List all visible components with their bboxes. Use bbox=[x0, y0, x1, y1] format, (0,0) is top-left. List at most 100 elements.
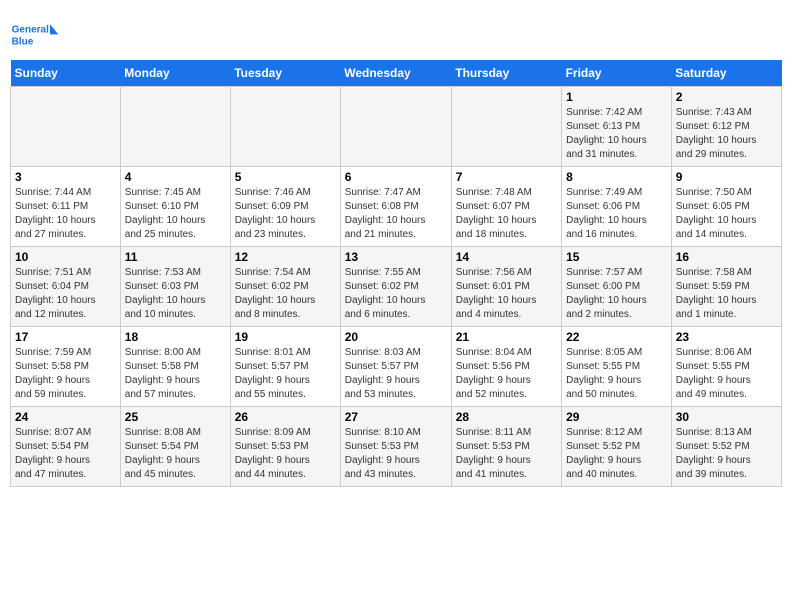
day-number: 26 bbox=[235, 410, 336, 424]
day-detail: Sunrise: 8:05 AMSunset: 5:55 PMDaylight:… bbox=[566, 346, 667, 402]
calendar-cell: 2 Sunrise: 7:43 AMSunset: 6:12 PMDaylight… bbox=[671, 87, 781, 167]
calendar-cell: 4 Sunrise: 7:45 AMSunset: 6:10 PMDaylight… bbox=[120, 167, 230, 247]
calendar-cell: 17Sunrise: 7:59 AMSunset: 5:58 PMDayligh… bbox=[11, 327, 121, 407]
calendar-week-row: 24 Sunrise: 8:07 AMSunset: 5:54 PMDayligh… bbox=[11, 407, 782, 487]
day-detail: Sunrise: 7:42 AMSunset: 6:13 PMDaylight:… bbox=[566, 106, 667, 162]
calendar-cell: 3 Sunrise: 7:44 AMSunset: 6:11 PMDaylight… bbox=[11, 167, 121, 247]
day-detail: Sunrise: 8:03 AMSunset: 5:57 PMDaylight:… bbox=[345, 346, 447, 402]
calendar-cell: 5 Sunrise: 7:46 AMSunset: 6:09 PMDaylight… bbox=[230, 167, 340, 247]
day-number: 11 bbox=[125, 250, 226, 264]
day-detail: Sunrise: 8:00 AMSunset: 5:58 PMDaylight:… bbox=[125, 346, 226, 402]
calendar-cell: 18 Sunrise: 8:00 AMSunset: 5:58 PMDayligh… bbox=[120, 327, 230, 407]
day-detail: Sunrise: 7:45 AMSunset: 6:10 PMDaylight:… bbox=[125, 186, 226, 242]
calendar-cell bbox=[340, 87, 451, 167]
day-number: 4 bbox=[125, 170, 226, 184]
calendar-cell: 10 Sunrise: 7:51 AMSunset: 6:04 PMDayligh… bbox=[11, 247, 121, 327]
calendar-week-row: 17Sunrise: 7:59 AMSunset: 5:58 PMDayligh… bbox=[11, 327, 782, 407]
calendar-cell: 23Sunrise: 8:06 AMSunset: 5:55 PMDayligh… bbox=[671, 327, 781, 407]
day-number: 18 bbox=[125, 330, 226, 344]
day-detail: Sunrise: 8:07 AMSunset: 5:54 PMDaylight:… bbox=[15, 426, 116, 482]
day-number: 29 bbox=[566, 410, 667, 424]
day-number: 27 bbox=[345, 410, 447, 424]
weekday-header-friday: Friday bbox=[562, 60, 672, 87]
day-number: 13 bbox=[345, 250, 447, 264]
svg-text:General: General bbox=[12, 25, 49, 36]
calendar-cell: 9Sunrise: 7:50 AMSunset: 6:05 PMDaylight… bbox=[671, 167, 781, 247]
svg-text:Blue: Blue bbox=[12, 36, 34, 47]
calendar-cell: 8 Sunrise: 7:49 AMSunset: 6:06 PMDaylight… bbox=[562, 167, 672, 247]
calendar-cell: 25 Sunrise: 8:08 AMSunset: 5:54 PMDayligh… bbox=[120, 407, 230, 487]
day-number: 25 bbox=[125, 410, 226, 424]
day-detail: Sunrise: 8:11 AMSunset: 5:53 PMDaylight:… bbox=[456, 426, 557, 482]
weekday-header-thursday: Thursday bbox=[451, 60, 561, 87]
calendar-cell: 6 Sunrise: 7:47 AMSunset: 6:08 PMDaylight… bbox=[340, 167, 451, 247]
day-detail: Sunrise: 7:53 AMSunset: 6:03 PMDaylight:… bbox=[125, 266, 226, 322]
day-number: 3 bbox=[15, 170, 116, 184]
day-number: 8 bbox=[566, 170, 667, 184]
day-number: 10 bbox=[15, 250, 116, 264]
calendar-cell: 28 Sunrise: 8:11 AMSunset: 5:53 PMDayligh… bbox=[451, 407, 561, 487]
day-number: 24 bbox=[15, 410, 116, 424]
calendar-cell: 29 Sunrise: 8:12 AMSunset: 5:52 PMDayligh… bbox=[562, 407, 672, 487]
calendar-cell bbox=[11, 87, 121, 167]
calendar-table: SundayMondayTuesdayWednesdayThursdayFrid… bbox=[10, 60, 782, 487]
day-detail: Sunrise: 8:06 AMSunset: 5:55 PMDaylight:… bbox=[676, 346, 777, 402]
day-detail: Sunrise: 7:49 AMSunset: 6:06 PMDaylight:… bbox=[566, 186, 667, 242]
day-detail: Sunrise: 8:09 AMSunset: 5:53 PMDaylight:… bbox=[235, 426, 336, 482]
calendar-cell: 20 Sunrise: 8:03 AMSunset: 5:57 PMDayligh… bbox=[340, 327, 451, 407]
weekday-header-wednesday: Wednesday bbox=[340, 60, 451, 87]
day-detail: Sunrise: 8:04 AMSunset: 5:56 PMDaylight:… bbox=[456, 346, 557, 402]
calendar-cell: 21 Sunrise: 8:04 AMSunset: 5:56 PMDayligh… bbox=[451, 327, 561, 407]
day-detail: Sunrise: 7:54 AMSunset: 6:02 PMDaylight:… bbox=[235, 266, 336, 322]
day-detail: Sunrise: 8:01 AMSunset: 5:57 PMDaylight:… bbox=[235, 346, 336, 402]
day-detail: Sunrise: 8:12 AMSunset: 5:52 PMDaylight:… bbox=[566, 426, 667, 482]
day-number: 21 bbox=[456, 330, 557, 344]
day-detail: Sunrise: 8:10 AMSunset: 5:53 PMDaylight:… bbox=[345, 426, 447, 482]
day-detail: Sunrise: 8:13 AMSunset: 5:52 PMDaylight:… bbox=[676, 426, 777, 482]
day-number: 28 bbox=[456, 410, 557, 424]
calendar-cell: 30 Sunrise: 8:13 AMSunset: 5:52 PMDayligh… bbox=[671, 407, 781, 487]
header: General Blue bbox=[10, 10, 782, 56]
day-detail: Sunrise: 7:43 AMSunset: 6:12 PMDaylight:… bbox=[676, 106, 777, 162]
weekday-header-sunday: Sunday bbox=[11, 60, 121, 87]
day-detail: Sunrise: 7:57 AMSunset: 6:00 PMDaylight:… bbox=[566, 266, 667, 322]
day-number: 14 bbox=[456, 250, 557, 264]
day-number: 7 bbox=[456, 170, 557, 184]
weekday-header-tuesday: Tuesday bbox=[230, 60, 340, 87]
day-number: 1 bbox=[566, 90, 667, 104]
day-number: 5 bbox=[235, 170, 336, 184]
calendar-cell: 19 Sunrise: 8:01 AMSunset: 5:57 PMDayligh… bbox=[230, 327, 340, 407]
calendar-cell: 14 Sunrise: 7:56 AMSunset: 6:01 PMDayligh… bbox=[451, 247, 561, 327]
weekday-header-saturday: Saturday bbox=[671, 60, 781, 87]
day-number: 15 bbox=[566, 250, 667, 264]
day-number: 19 bbox=[235, 330, 336, 344]
day-detail: Sunrise: 7:47 AMSunset: 6:08 PMDaylight:… bbox=[345, 186, 447, 242]
day-detail: Sunrise: 7:59 AMSunset: 5:58 PMDaylight:… bbox=[15, 346, 116, 402]
weekday-header-monday: Monday bbox=[120, 60, 230, 87]
day-number: 6 bbox=[345, 170, 447, 184]
weekday-header-row: SundayMondayTuesdayWednesdayThursdayFrid… bbox=[11, 60, 782, 87]
calendar-week-row: 10 Sunrise: 7:51 AMSunset: 6:04 PMDayligh… bbox=[11, 247, 782, 327]
calendar-cell: 15 Sunrise: 7:57 AMSunset: 6:00 PMDayligh… bbox=[562, 247, 672, 327]
day-detail: Sunrise: 7:50 AMSunset: 6:05 PMDaylight:… bbox=[676, 186, 777, 242]
day-detail: Sunrise: 7:44 AMSunset: 6:11 PMDaylight:… bbox=[15, 186, 116, 242]
day-number: 30 bbox=[676, 410, 777, 424]
day-detail: Sunrise: 7:56 AMSunset: 6:01 PMDaylight:… bbox=[456, 266, 557, 322]
day-number: 22 bbox=[566, 330, 667, 344]
day-number: 2 bbox=[676, 90, 777, 104]
calendar-cell: 16Sunrise: 7:58 AMSunset: 5:59 PMDayligh… bbox=[671, 247, 781, 327]
calendar-week-row: 1 Sunrise: 7:42 AMSunset: 6:13 PMDaylight… bbox=[11, 87, 782, 167]
calendar-cell: 7Sunrise: 7:48 AMSunset: 6:07 PMDaylight… bbox=[451, 167, 561, 247]
day-number: 12 bbox=[235, 250, 336, 264]
day-detail: Sunrise: 7:51 AMSunset: 6:04 PMDaylight:… bbox=[15, 266, 116, 322]
calendar-cell: 24 Sunrise: 8:07 AMSunset: 5:54 PMDayligh… bbox=[11, 407, 121, 487]
day-number: 16 bbox=[676, 250, 777, 264]
day-detail: Sunrise: 7:46 AMSunset: 6:09 PMDaylight:… bbox=[235, 186, 336, 242]
day-detail: Sunrise: 8:08 AMSunset: 5:54 PMDaylight:… bbox=[125, 426, 226, 482]
calendar-cell: 27 Sunrise: 8:10 AMSunset: 5:53 PMDayligh… bbox=[340, 407, 451, 487]
calendar-cell: 26 Sunrise: 8:09 AMSunset: 5:53 PMDayligh… bbox=[230, 407, 340, 487]
logo-svg: General Blue bbox=[10, 16, 60, 56]
logo: General Blue bbox=[10, 16, 60, 56]
day-number: 20 bbox=[345, 330, 447, 344]
calendar-cell: 22 Sunrise: 8:05 AMSunset: 5:55 PMDayligh… bbox=[562, 327, 672, 407]
